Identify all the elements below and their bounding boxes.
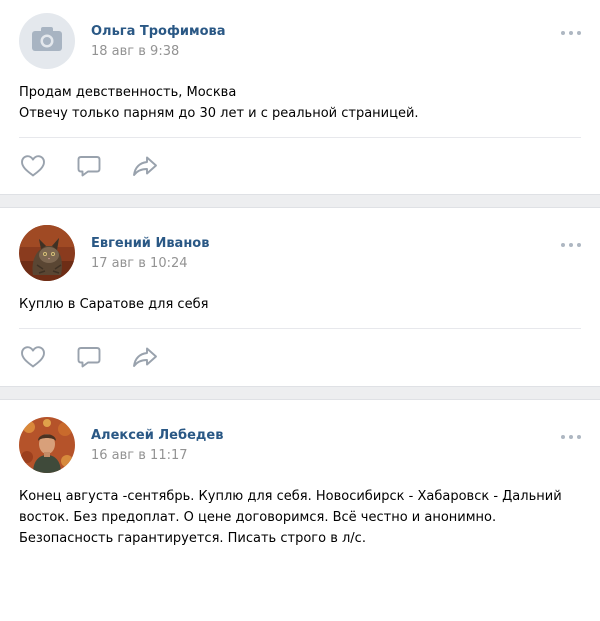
avatar[interactable] [19,417,75,473]
post-date[interactable]: 18 авг в 9:38 [91,44,179,59]
camera-placeholder-icon [31,26,63,56]
more-icon[interactable] [561,30,581,36]
post-author[interactable]: Ольга Трофимова [91,24,226,39]
post-date[interactable]: 16 авг в 11:17 [91,448,188,463]
like-icon[interactable] [19,345,47,369]
share-icon[interactable] [131,345,159,369]
comment-icon[interactable] [75,345,103,369]
post-author[interactable]: Евгений Иванов [91,236,209,251]
post-text: Куплю в Саратове для себя [19,294,581,315]
avatar[interactable] [19,13,75,69]
post-2: Евгений Иванов 17 авг в 10:24 Куплю в Са… [0,208,600,386]
more-icon[interactable] [561,434,581,440]
post-text-line: восток. Без предоплат. О цене договоримс… [19,510,497,525]
post-divider [19,137,581,138]
more-icon[interactable] [561,242,581,248]
person-photo [19,417,75,473]
post-3: Алексей Лебедев 16 авг в 11:17 Конец авг… [0,400,600,621]
cat-photo [19,225,75,281]
post-text-line: Продам девственность, Москва [19,85,237,100]
post-date[interactable]: 17 авг в 10:24 [91,256,188,271]
feed-gap [0,386,600,400]
avatar[interactable] [19,225,75,281]
post-author[interactable]: Алексей Лебедев [91,428,223,443]
share-icon[interactable] [131,154,159,178]
post-text: Конец августа -сентябрь. Куплю для себя.… [19,486,581,549]
post-1: Ольга Трофимова 18 авг в 9:38 Продам дев… [0,0,600,194]
post-text-line: Конец августа -сентябрь. Куплю для себя.… [19,489,562,504]
post-text: Продам девственность, Москва Отвечу толь… [19,82,581,124]
like-icon[interactable] [19,154,47,178]
post-text-line: Отвечу только парням до 30 лет и с реаль… [19,106,419,121]
post-divider [19,328,581,329]
feed-gap [0,194,600,208]
post-actions [19,154,187,178]
post-text-line: Безопасность гарантируется. Писать строг… [19,531,366,546]
post-text-line: Куплю в Саратове для себя [19,297,209,312]
comment-icon[interactable] [75,154,103,178]
post-actions [19,345,187,369]
